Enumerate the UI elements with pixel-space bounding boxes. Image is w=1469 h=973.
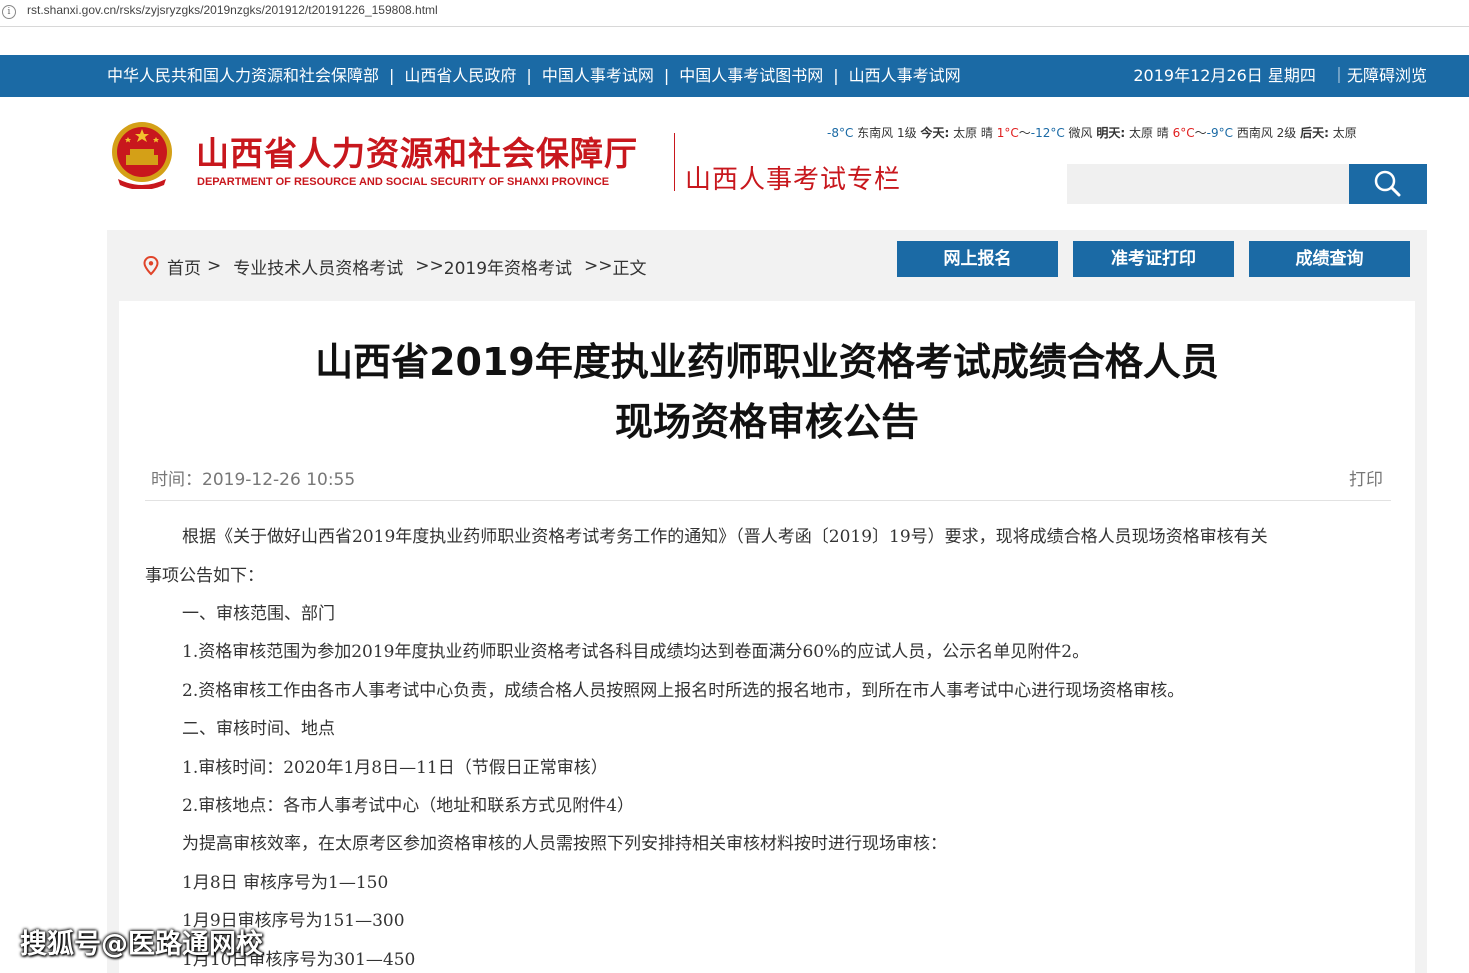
article-heading: 二、审核时间、地点 [182,719,335,739]
search-input[interactable] [1067,164,1349,204]
browser-url-bar[interactable]: i rst.shanxi.gov.cn/rsks/zyjsryzgks/2019… [0,0,1469,27]
weather-current-temp: -8°C [827,126,854,140]
url-text[interactable]: rst.shanxi.gov.cn/rsks/zyjsryzgks/2019nz… [27,3,438,17]
breadcrumb: 首页 > 专业技术人员资格考试 >> 2019年资格考试 >> 正文 [143,254,647,279]
article-paragraph: 2.资格审核工作由各市人事考试中心负责，成绩合格人员按照网上报名时所选的报名地市… [182,681,1185,701]
nav-link-cpta-books[interactable]: 中国人事考试图书网 [679,55,823,97]
weather-text: 微风 [1064,126,1097,140]
site-logo-text[interactable]: 山西省人力资源和社会保障厅 [196,127,638,175]
weather-tomorrow-low: -9°C [1206,126,1233,140]
weather-today-label: 今天: [920,126,950,140]
nav-separator: | [526,66,532,85]
weather-after-label: 后天: [1300,126,1329,140]
article-heading: 一、审核范围、部门 [182,604,335,624]
weather-tomorrow-high: 6°C [1172,126,1195,140]
top-nav-right: 2019年12月26日 星期四 ｜无障碍浏览 [1133,55,1427,97]
print-link[interactable]: 打印 [1349,465,1383,490]
nav-separator: | [389,66,395,85]
breadcrumb-separator: >> [584,256,613,276]
online-register-button[interactable]: 网上报名 [897,241,1058,277]
weather-tilde: ～ [1018,126,1031,140]
nav-link-cpta[interactable]: 中国人事考试网 [542,55,654,97]
search-button[interactable] [1349,164,1427,204]
nav-link-shanxi-exam[interactable]: 山西人事考试网 [849,55,961,97]
article-paragraph: 1.审核时间：2020年1月8日—11日（节假日正常审核） [182,758,608,778]
article-title-line-2: 现场资格审核公告 [614,400,919,444]
breadcrumb-separator: >> [415,256,444,276]
current-date: 2019年12月26日 星期四 [1133,66,1316,85]
article-paragraph: 事项公告如下： [145,566,264,586]
weather-tilde: ～ [1194,126,1207,140]
nav-separator: | [833,66,839,85]
publish-time: 时间：2019-12-26 10:55 [151,470,356,490]
breadcrumb-home[interactable]: 首页 [167,254,201,279]
nav-separator: | [663,66,670,85]
article-paragraph: 根据《关于做好山西省2019年度执业药师职业资格考试考务工作的通知》（晋人考函〔… [182,527,1268,547]
accessibility-link[interactable]: ｜无障碍浏览 [1331,66,1427,85]
weather-today-high: 1°C [996,126,1019,140]
nav-link-shanxi-gov[interactable]: 山西省人民政府 [404,55,516,97]
article-title-line-1: 山西省2019年度执业药师职业资格考试成绩合格人员 [315,340,1219,384]
breadcrumb-professional-exam[interactable]: 专业技术人员资格考试 [233,254,403,279]
weather-text: 太原 晴 [1125,126,1173,140]
weather-text: 东南风 1级 [853,126,921,140]
article-paragraph: 1.资格审核范围为参加2019年度执业药师职业资格考试各科目成绩均达到卷面满分6… [182,642,1090,662]
top-nav-links: 中华人民共和国人力资源和社会保障部 | 山西省人民政府 | 中国人事考试网 | … [107,55,961,97]
weather-today-low: -12°C [1030,126,1065,140]
article-paragraph: 2.审核地点：各市人事考试中心（地址和联系方式见附件4） [182,796,635,816]
article-paragraph: 为提高审核效率，在太原考区参加资格审核的人员需按照下列安排持相关审核材料按时进行… [182,834,947,854]
breadcrumb-separator: > [207,256,222,276]
nav-link-mohrss[interactable]: 中华人民共和国人力资源和社会保障部 [107,55,379,97]
weather-ticker: -8°C 东南风 1级 今天: 太原 晴 1°C～-12°C 微风 明天: 太原… [827,124,1427,142]
breadcrumb-current: 正文 [612,258,647,279]
weather-tomorrow-label: 明天: [1096,126,1126,140]
watermark-text: 搜狐号@医路通网校 [20,929,263,960]
column-title: 山西人事考试专栏 [685,165,902,195]
search-icon [1374,170,1401,197]
national-emblem-icon [112,122,172,189]
weather-text: 太原 [1328,126,1357,140]
score-query-button[interactable]: 成绩查询 [1249,241,1410,277]
article-paragraph: 1月8日 审核序号为1—150 [182,873,389,893]
site-header: 山西省人力资源和社会保障厅 DEPARTMENT OF RESOURCE AND… [0,97,1469,230]
top-nav-bar: 中华人民共和国人力资源和社会保障部 | 山西省人民政府 | 中国人事考试网 | … [0,55,1469,97]
weather-text: 西南风 2级 [1233,126,1301,140]
weather-text: 太原 晴 [949,126,997,140]
article-panel: 山西省2019年度执业药师职业资格考试成绩合格人员 现场资格审核公告 时间：20… [119,301,1415,973]
admit-card-print-button[interactable]: 准考证打印 [1073,241,1234,277]
site-logo-english: DEPARTMENT OF RESOURCE AND SOCIAL SECURI… [197,176,610,188]
logo-divider [674,133,675,191]
site-info-icon[interactable]: i [2,5,16,19]
meta-divider [145,500,1391,501]
breadcrumb-2019-exam[interactable]: 2019年资格考试 [444,254,572,279]
location-pin-icon [143,256,159,276]
